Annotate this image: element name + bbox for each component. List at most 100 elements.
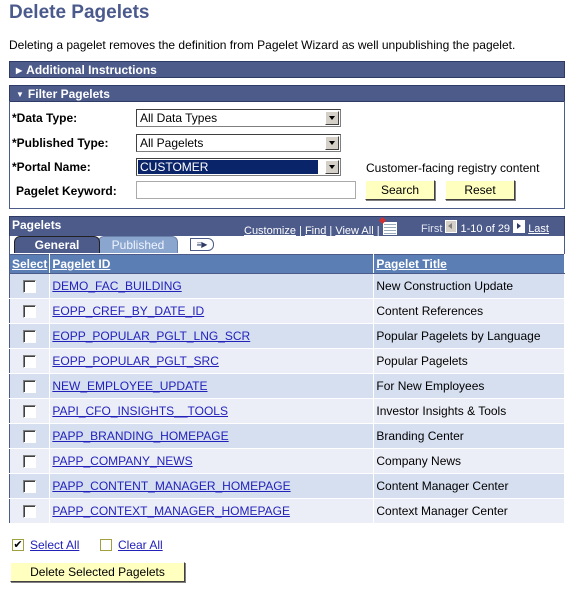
table-row: DEMO_FAC_BUILDING New Construction Update bbox=[9, 273, 565, 299]
row-select-cell bbox=[9, 473, 51, 499]
table-row: PAPP_CONTEXT_MANAGER_HOMEPAGE Context Man… bbox=[9, 498, 565, 524]
table-row: PAPP_CONTENT_MANAGER_HOMEPAGE Content Man… bbox=[9, 473, 565, 499]
pagelet-title-cell: Popular Pagelets bbox=[373, 348, 565, 374]
clear-all-checkbox[interactable] bbox=[100, 539, 112, 551]
pagelet-title-cell: New Construction Update bbox=[373, 273, 565, 299]
filter-pagelets-header[interactable]: ▼ Filter Pagelets bbox=[9, 85, 565, 102]
additional-instructions-header[interactable]: ▶ Additional Instructions bbox=[9, 61, 565, 78]
clear-all-link[interactable]: Clear All bbox=[118, 538, 163, 552]
keyword-input[interactable] bbox=[136, 181, 356, 199]
table-row: EOPP_CREF_BY_DATE_ID Content References bbox=[9, 298, 565, 324]
row-checkbox[interactable] bbox=[23, 455, 37, 469]
row-select-cell bbox=[9, 373, 51, 399]
delete-selected-button[interactable]: Delete Selected Pagelets bbox=[10, 562, 185, 582]
row-select-cell bbox=[9, 323, 51, 349]
table-row: PAPI_CFO_INSIGHTS__TOOLS Investor Insight… bbox=[9, 398, 565, 424]
pagelet-id-cell: EOPP_CREF_BY_DATE_ID bbox=[49, 298, 375, 324]
row-checkbox[interactable] bbox=[23, 305, 37, 319]
pagelet-title-cell: Content Manager Center bbox=[373, 473, 565, 499]
data-type-label: *Data Type: bbox=[12, 111, 78, 125]
data-type-select[interactable]: All Data Types bbox=[136, 109, 341, 127]
grid-pagination: First 1-10 of 29 Last bbox=[421, 220, 549, 235]
row-checkbox[interactable] bbox=[23, 405, 37, 419]
row-select-cell bbox=[9, 348, 51, 374]
search-button[interactable]: Search bbox=[365, 180, 435, 200]
page-title: Delete Pagelets bbox=[9, 2, 150, 23]
row-checkbox[interactable] bbox=[23, 430, 37, 444]
tab-published[interactable]: Published bbox=[98, 236, 178, 253]
additional-instructions-label: Additional Instructions bbox=[26, 63, 157, 77]
chevron-down-icon[interactable] bbox=[325, 136, 339, 150]
pagelet-title-cell: For New Employees bbox=[373, 373, 565, 399]
published-type-select[interactable]: All Pagelets bbox=[136, 134, 341, 152]
pagelet-id-link[interactable]: EOPP_POPULAR_PGLT_SRC bbox=[52, 354, 219, 368]
pagelet-title-cell: Context Manager Center bbox=[373, 498, 565, 524]
pagelets-grid: Select Pagelet ID Pagelet Title DEMO_FAC… bbox=[9, 254, 565, 524]
pagelet-id-link[interactable]: EOPP_POPULAR_PGLT_LNG_SCR bbox=[52, 329, 250, 343]
pagelet-id-cell: PAPP_CONTEXT_MANAGER_HOMEPAGE bbox=[49, 498, 375, 524]
row-checkbox[interactable] bbox=[23, 505, 37, 519]
table-row: EOPP_POPULAR_PGLT_LNG_SCR Popular Pagelet… bbox=[9, 323, 565, 349]
grid-tabs: Published General ≡▶ bbox=[9, 236, 565, 254]
row-select-cell bbox=[9, 423, 51, 449]
pagelet-title-cell: Content References bbox=[373, 298, 565, 324]
row-checkbox[interactable] bbox=[23, 355, 37, 369]
row-select-cell bbox=[9, 398, 51, 424]
row-checkbox[interactable] bbox=[23, 380, 37, 394]
portal-description: Customer-facing registry content bbox=[366, 161, 540, 175]
first-label: First bbox=[421, 223, 443, 235]
pagelet-id-cell: EOPP_POPULAR_PGLT_SRC bbox=[49, 348, 375, 374]
column-select[interactable]: Select bbox=[9, 254, 51, 274]
pagelet-id-link[interactable]: DEMO_FAC_BUILDING bbox=[52, 279, 181, 293]
pagelet-title-cell: Investor Insights & Tools bbox=[373, 398, 565, 424]
pagelet-id-link[interactable]: EOPP_CREF_BY_DATE_ID bbox=[52, 304, 204, 318]
select-all-link[interactable]: Select All bbox=[30, 538, 79, 552]
pagelet-id-cell: PAPP_CONTENT_MANAGER_HOMEPAGE bbox=[49, 473, 375, 499]
pagelet-id-cell: PAPI_CFO_INSIGHTS__TOOLS bbox=[49, 398, 375, 424]
grid-header-row: Select Pagelet ID Pagelet Title bbox=[9, 254, 565, 274]
chevron-down-icon[interactable] bbox=[325, 111, 339, 125]
portal-name-select[interactable]: CUSTOMER bbox=[136, 158, 341, 176]
grid-header: Pagelets Customize | Find | View All | F… bbox=[9, 216, 565, 237]
next-icon[interactable] bbox=[513, 220, 526, 233]
pagelet-id-link[interactable]: PAPP_COMPANY_NEWS bbox=[52, 454, 192, 468]
published-type-label: *Published Type: bbox=[12, 136, 109, 150]
pagelet-id-cell: EOPP_POPULAR_PGLT_LNG_SCR bbox=[49, 323, 375, 349]
column-pagelet-id[interactable]: Pagelet ID bbox=[49, 254, 375, 274]
tab-general[interactable]: General bbox=[14, 236, 100, 253]
grid-title: Pagelets bbox=[12, 218, 62, 232]
grid-links: Customize | Find | View All | bbox=[244, 222, 397, 237]
row-checkbox[interactable] bbox=[23, 480, 37, 494]
pagelet-title-cell: Popular Pagelets by Language bbox=[373, 323, 565, 349]
table-row: PAPP_BRANDING_HOMEPAGE Branding Center bbox=[9, 423, 565, 449]
pagelet-id-link[interactable]: PAPI_CFO_INSIGHTS__TOOLS bbox=[52, 404, 228, 418]
portal-name-label: *Portal Name: bbox=[12, 160, 91, 174]
show-all-columns-icon[interactable]: ≡▶ bbox=[190, 238, 214, 251]
pagelet-id-link[interactable]: PAPP_CONTEXT_MANAGER_HOMEPAGE bbox=[52, 504, 290, 518]
table-row: PAPP_COMPANY_NEWS Company News bbox=[9, 448, 565, 474]
pagelet-title-cell: Company News bbox=[373, 448, 565, 474]
chevron-down-icon[interactable] bbox=[325, 160, 339, 174]
row-checkbox[interactable] bbox=[23, 330, 37, 344]
pagelet-id-cell: DEMO_FAC_BUILDING bbox=[49, 273, 375, 299]
last-link[interactable]: Last bbox=[528, 223, 549, 235]
row-checkbox[interactable] bbox=[23, 280, 37, 294]
row-select-cell bbox=[9, 273, 51, 299]
page-description: Deleting a pagelet removes the definitio… bbox=[9, 38, 516, 52]
select-all-checkbox[interactable]: ✔ bbox=[12, 539, 24, 551]
pagelet-id-link[interactable]: PAPP_CONTENT_MANAGER_HOMEPAGE bbox=[52, 479, 290, 493]
column-pagelet-title[interactable]: Pagelet Title bbox=[373, 254, 565, 274]
download-grid-icon[interactable] bbox=[382, 222, 397, 235]
pagelet-id-cell: NEW_EMPLOYEE_UPDATE bbox=[49, 373, 375, 399]
pagelet-id-cell: PAPP_BRANDING_HOMEPAGE bbox=[49, 423, 375, 449]
pagelet-id-link[interactable]: NEW_EMPLOYEE_UPDATE bbox=[52, 379, 207, 393]
filter-pagelets-label: Filter Pagelets bbox=[27, 87, 110, 101]
previous-icon bbox=[445, 220, 458, 233]
collapsed-triangle-icon: ▶ bbox=[16, 66, 23, 75]
reset-button[interactable]: Reset bbox=[445, 180, 515, 200]
row-select-cell bbox=[9, 498, 51, 524]
row-range: 1-10 of 29 bbox=[460, 223, 511, 235]
row-select-cell bbox=[9, 448, 51, 474]
pagelet-title-cell: Branding Center bbox=[373, 423, 565, 449]
pagelet-id-link[interactable]: PAPP_BRANDING_HOMEPAGE bbox=[52, 429, 228, 443]
